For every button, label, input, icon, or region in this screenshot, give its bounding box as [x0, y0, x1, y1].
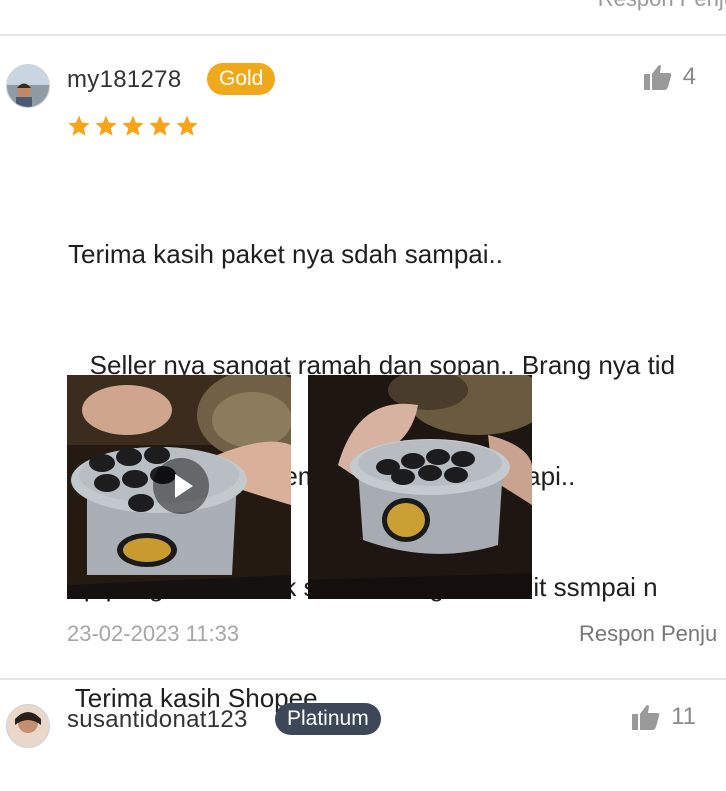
reviewer-username[interactable]: my181278: [67, 66, 181, 94]
membership-badge: Gold: [207, 63, 276, 95]
previous-review-footer: Respon Penju: [0, 0, 726, 34]
like-button[interactable]: 4: [643, 63, 696, 91]
star-icon: [176, 115, 198, 136]
play-button[interactable]: [153, 458, 209, 514]
review-photo-thumbnail[interactable]: [308, 375, 532, 599]
divider: [0, 678, 726, 680]
thumbs-up-icon: [632, 705, 660, 730]
like-button[interactable]: 11: [631, 703, 696, 731]
divider: [0, 34, 726, 36]
respond-button[interactable]: Respon Penju: [579, 621, 717, 647]
star-rating: [67, 114, 199, 138]
star-icon: [122, 115, 144, 136]
avatar[interactable]: [6, 704, 50, 748]
avatar[interactable]: [6, 64, 50, 108]
membership-badge: Platinum: [275, 703, 381, 735]
play-icon: [175, 474, 193, 498]
star-icon: [149, 115, 171, 136]
thumbs-up-icon: [643, 65, 671, 90]
review-video-thumbnail[interactable]: [67, 375, 291, 599]
reviewer-username[interactable]: susantidonat123: [67, 706, 248, 734]
review-text-line: Terima kasih paket nya sdah sampai..: [68, 239, 503, 269]
review-timestamp: 23-02-2023 11:33: [67, 621, 240, 646]
star-icon: [68, 115, 90, 136]
respond-button-previous[interactable]: Respon Penju: [598, 0, 726, 12]
like-count: 4: [682, 63, 696, 90]
star-icon: [95, 115, 117, 136]
like-count: 11: [671, 703, 696, 730]
